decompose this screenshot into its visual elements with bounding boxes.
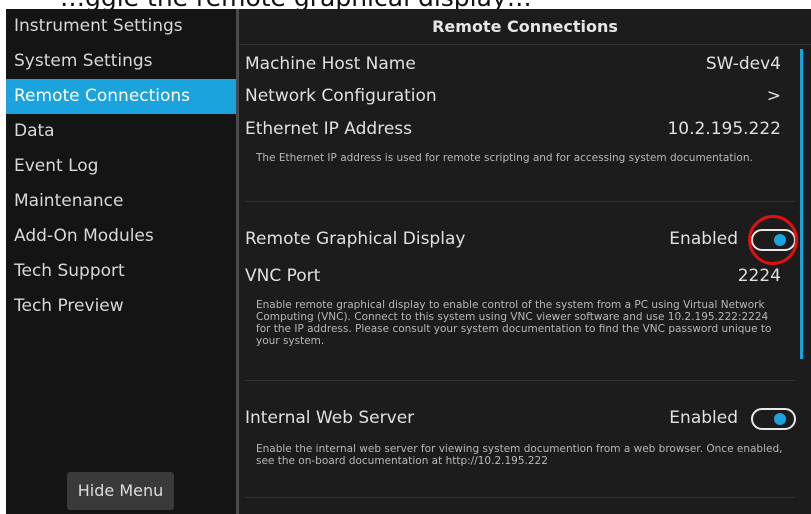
caption-text: …ggle the remote graphical display… [60, 0, 532, 9]
section-divider [245, 380, 795, 381]
sidebar-item-maintenance[interactable]: Maintenance [6, 184, 236, 219]
vnc-port-row: VNC Port 2224 [239, 259, 811, 293]
vnc-port-label: VNC Port [245, 266, 321, 286]
scrollbar[interactable] [800, 49, 803, 359]
host-name-value: SW-dev4 [705, 54, 781, 74]
sidebar-item-add-on-modules[interactable]: Add-On Modules [6, 219, 236, 254]
sidebar-item-instrument-settings[interactable]: Instrument Settings [6, 9, 236, 44]
web-server-status: Enabled [669, 408, 738, 428]
vnc-port-value: 2224 [737, 266, 781, 286]
chevron-right-icon: > [766, 86, 781, 106]
sidebar-item-tech-preview[interactable]: Tech Preview [6, 289, 236, 324]
network-configuration-label: Network Configuration [245, 86, 437, 106]
highlight-circle-annotation [748, 215, 798, 265]
host-name-row[interactable]: Machine Host Name SW-dev4 [239, 47, 811, 81]
sidebar-item-data[interactable]: Data [6, 114, 236, 149]
network-configuration-row[interactable]: Network Configuration > [239, 79, 811, 113]
remote-display-row: Remote Graphical Display Enabled [239, 222, 811, 256]
web-server-toggle[interactable] [751, 408, 796, 430]
sidebar-item-remote-connections[interactable]: Remote Connections [6, 79, 236, 114]
section-divider [245, 497, 795, 498]
sidebar-item-event-log[interactable]: Event Log [6, 149, 236, 184]
ethernet-ip-value: 10.2.195.222 [667, 119, 781, 139]
toggle-knob-icon [774, 413, 786, 425]
section-divider [245, 201, 795, 202]
cropped-caption: …ggle the remote graphical display… [0, 0, 811, 9]
vnc-description: Enable remote graphical display to enabl… [256, 299, 772, 347]
ethernet-ip-label: Ethernet IP Address [245, 119, 413, 139]
host-name-label: Machine Host Name [245, 54, 416, 74]
web-server-description: Enable the internal web server for viewi… [256, 443, 783, 467]
remote-display-label: Remote Graphical Display [245, 229, 466, 249]
ethernet-ip-description: The Ethernet IP address is used for remo… [256, 152, 753, 164]
sidebar-menu: Instrument Settings System Settings Remo… [6, 9, 236, 514]
ethernet-ip-row: Ethernet IP Address 10.2.195.222 [239, 112, 811, 146]
page-title: Remote Connections [239, 9, 811, 45]
web-server-row: Internal Web Server Enabled [239, 401, 811, 435]
main-panel: Remote Connections Machine Host Name SW-… [239, 9, 811, 514]
sidebar-item-tech-support[interactable]: Tech Support [6, 254, 236, 289]
hide-menu-button[interactable]: Hide Menu [67, 472, 174, 510]
remote-display-status: Enabled [669, 229, 738, 249]
settings-window: Instrument Settings System Settings Remo… [6, 9, 811, 514]
web-server-label: Internal Web Server [245, 408, 415, 428]
sidebar-item-system-settings[interactable]: System Settings [6, 44, 236, 79]
